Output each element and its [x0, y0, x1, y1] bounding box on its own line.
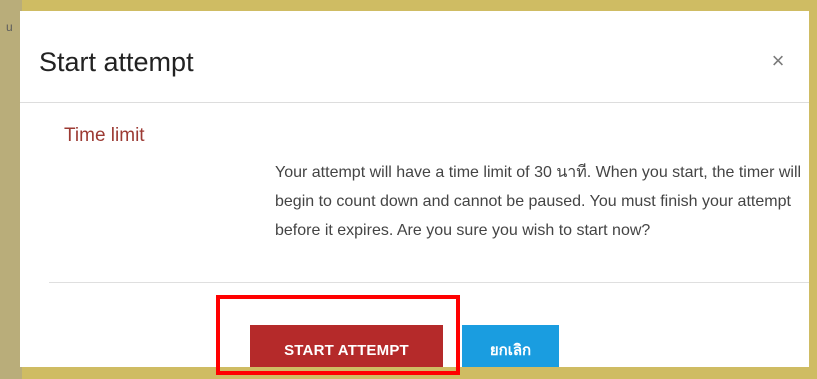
close-icon: × [771, 48, 785, 73]
start-attempt-modal: Start attempt × Time limit Your attempt … [20, 11, 809, 367]
modal-header: Start attempt × [20, 11, 809, 103]
modal-title: Start attempt [39, 47, 194, 77]
start-attempt-button[interactable]: START ATTEMPT [250, 325, 443, 367]
screen: { "background": { "hint_text": "u", "acc… [0, 0, 817, 379]
time-limit-label: Time limit [64, 125, 145, 146]
background-panel: u [0, 0, 22, 379]
background-hint-text: u [6, 20, 13, 34]
modal-body: Time limit Your attempt will have a time… [20, 103, 809, 281]
cancel-button[interactable]: ยกเลิก [462, 325, 559, 367]
modal-footer: START ATTEMPT ยกเลิก [20, 283, 809, 367]
close-button[interactable]: × [764, 47, 792, 75]
time-limit-message: Your attempt will have a time limit of 3… [275, 164, 802, 239]
